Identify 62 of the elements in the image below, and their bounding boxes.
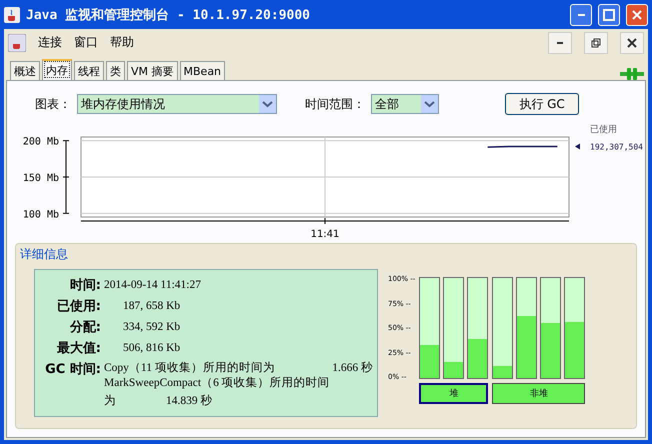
pool-bar[interactable] — [419, 277, 440, 379]
time-range-dropdown[interactable]: 全部 — [371, 94, 439, 114]
tab[interactable]: VM 摘要 — [127, 61, 178, 80]
close-button[interactable] — [620, 32, 644, 54]
caret-icon — [259, 95, 276, 113]
restore-icon — [591, 38, 601, 48]
gc-time: 14.839 秒 — [166, 394, 212, 408]
field-value: 334, 592 Kb — [122, 321, 182, 333]
field-value: 187, 658 Kb — [122, 300, 182, 312]
y-tick-label: 100 Mb — [22, 209, 59, 220]
chart-dropdown[interactable]: 堆内存使用情况 — [77, 94, 277, 114]
minimize-icon — [557, 42, 563, 44]
tab[interactable]: 概述 — [10, 61, 40, 80]
usage-line — [488, 146, 558, 148]
field-label: 分配: — [68, 319, 101, 336]
pool-bar[interactable] — [516, 277, 538, 379]
caret-icon — [421, 95, 438, 113]
field-value: 506, 816 Kb — [122, 342, 182, 354]
minimize-icon — [578, 14, 584, 16]
field-label: 最大值: — [56, 340, 101, 357]
window-title: Java 监视和管理控制台 - 10.1.97.20:9000 — [26, 6, 312, 24]
close-icon — [627, 38, 637, 48]
y-tick-label: 150 Mb — [22, 173, 59, 184]
tab[interactable]: 内存 — [42, 59, 72, 80]
connection-plug-icon — [620, 68, 644, 80]
pool-group-button[interactable]: 非堆 — [492, 383, 586, 404]
minimize-button[interactable] — [548, 32, 572, 54]
gc-text: MarkSweepCompact（6 项收集）所用的时间 — [104, 376, 330, 390]
tab[interactable]: 线程 — [74, 61, 104, 80]
menu-item[interactable]: 窗口 — [74, 34, 98, 51]
restore-button[interactable] — [584, 32, 608, 54]
menu-item[interactable]: 连接 — [38, 34, 62, 51]
field-label: 已使用: — [56, 298, 101, 315]
gc-text: Copy（11 项收集）所用的时间为 — [104, 360, 275, 375]
pool-bar[interactable] — [467, 277, 488, 379]
legend-label: 已使用 — [590, 125, 617, 135]
maximize-icon — [603, 8, 615, 20]
menu-item[interactable]: 帮助 — [110, 34, 134, 51]
pool-bar[interactable] — [492, 277, 514, 379]
pool-bar[interactable] — [564, 277, 586, 379]
maximize-button[interactable] — [598, 4, 620, 26]
gc-time: 1.666 秒 — [332, 360, 373, 375]
time-range-label: 时间范围： — [305, 96, 365, 112]
field-value: 2014-09-14 11:41:27 — [103, 279, 202, 291]
pool-bar[interactable] — [540, 277, 562, 379]
close-icon — [631, 8, 643, 20]
field-label: GC 时间: — [44, 361, 101, 379]
field-label: 时间: — [68, 277, 101, 294]
y-tick-label: 200 Mb — [22, 136, 59, 148]
pool-group-button[interactable]: 堆 — [419, 383, 488, 404]
legend-value: 192,307,504 — [590, 142, 643, 152]
x-tick-label: 11:41 — [310, 229, 340, 239]
java-cup-icon — [8, 34, 26, 52]
details-title: 详细信息 — [19, 246, 69, 263]
tab[interactable]: MBean — [180, 61, 226, 80]
java-cup-icon — [4, 6, 20, 22]
gc-button[interactable]: 执行 GC — [505, 93, 579, 115]
gc-text: 为 — [104, 394, 116, 408]
tab[interactable]: 类 — [106, 61, 125, 80]
pool-bar[interactable] — [443, 277, 464, 379]
marker-icon — [575, 143, 580, 150]
chart-label: 图表： — [35, 96, 71, 112]
